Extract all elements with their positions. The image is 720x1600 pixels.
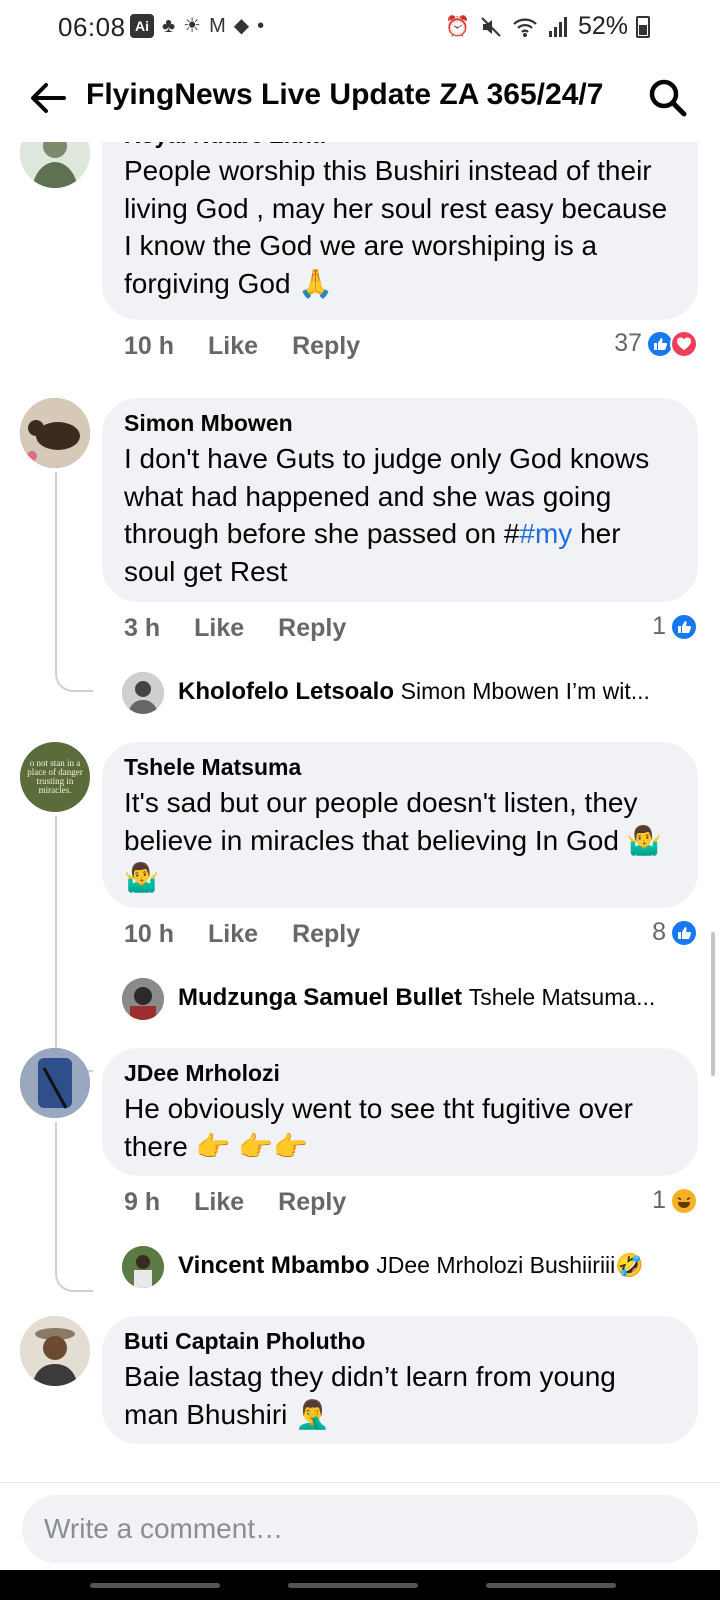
recents-nav-button[interactable] — [90, 1583, 220, 1588]
reply-preview[interactable]: Vincent Mbambo JDee Mrholozi Bushiiriii🤣 — [122, 1246, 682, 1288]
app-icon: ◆ — [233, 15, 250, 37]
comment-time[interactable]: 10 h — [124, 332, 174, 361]
comment-text: I don't have Guts to judge only God know… — [124, 443, 650, 587]
like-button[interactable]: Like — [194, 614, 244, 643]
love-reaction-icon — [670, 329, 698, 358]
reaction-summary[interactable]: 1 — [652, 1186, 698, 1215]
comment-bubble[interactable]: JDee Mrholozi He obviously went to see t… — [102, 1048, 698, 1176]
comment-bubble[interactable]: Royal Ndabe Zitha People worship this Bu… — [102, 142, 698, 320]
page-title: FlyingNews Live Update ZA 365/24/7 — [86, 78, 604, 111]
system-nav-bar — [0, 1570, 720, 1600]
battery-icon — [636, 16, 650, 38]
avatar[interactable] — [20, 1316, 90, 1386]
avatar[interactable] — [20, 398, 90, 468]
notification-icon: ♣ — [162, 15, 176, 37]
like-reaction-icon — [670, 918, 698, 947]
reply-button[interactable]: Reply — [292, 332, 360, 361]
weather-icon: ☀ — [183, 15, 202, 37]
avatar[interactable] — [122, 1246, 164, 1288]
comments-list: Royal Ndabe Zitha People worship this Bu… — [0, 142, 720, 1482]
comment-text: Baie lastag they didn’t learn from young… — [124, 1361, 616, 1430]
mute-icon — [481, 16, 501, 37]
reaction-summary[interactable]: 37 — [614, 329, 698, 358]
avatar[interactable] — [20, 142, 90, 188]
reply-snippet: Tshele Matsuma... — [468, 984, 656, 1010]
like-button[interactable]: Like — [194, 1188, 244, 1217]
reaction-count: 1 — [652, 612, 666, 640]
scrollbar[interactable] — [711, 932, 715, 1076]
comment-author[interactable]: Royal Ndabe Zitha — [124, 142, 678, 150]
back-arrow-icon — [31, 83, 66, 113]
status-time: 06:08 — [58, 12, 126, 42]
reaction-count: 1 — [652, 1186, 666, 1214]
reaction-summary[interactable]: 8 — [652, 918, 698, 947]
ai-badge-icon: Ai — [130, 14, 154, 38]
like-button[interactable]: Like — [208, 920, 258, 949]
status-system-icons: ⏰ 52% — [445, 12, 628, 41]
reaction-summary[interactable]: 1 — [652, 612, 698, 641]
reply-snippet: Simon Mbowen I’m wit... — [400, 678, 650, 704]
back-button[interactable] — [26, 76, 70, 120]
comment-author[interactable]: Tshele Matsuma — [124, 752, 678, 782]
more-notifications-icon: • — [257, 15, 265, 37]
reaction-count: 37 — [614, 329, 642, 357]
alarm-icon: ⏰ — [445, 15, 470, 38]
reply-author[interactable]: Mudzunga Samuel Bullet — [178, 984, 462, 1011]
reply-author[interactable]: Vincent Mbambo — [178, 1252, 370, 1279]
reply-button[interactable]: Reply — [292, 920, 360, 949]
comment-text: People worship this Bushiri instead of t… — [124, 155, 668, 299]
search-icon — [649, 79, 687, 117]
comment-time[interactable]: 10 h — [124, 920, 174, 949]
like-reaction-icon — [670, 612, 698, 641]
comment-author[interactable]: Buti Captain Pholutho — [124, 1326, 678, 1356]
reply-author[interactable]: Kholofelo Letsoalo — [178, 678, 394, 705]
status-notification-icons: Ai ♣ ☀ M ◆ • — [130, 14, 264, 38]
comment-actions: 9 h Like Reply — [124, 1188, 346, 1217]
battery-percent: 52% — [577, 12, 628, 40]
reply-button[interactable]: Reply — [278, 614, 346, 643]
reply-preview[interactable]: Kholofelo Letsoalo Simon Mbowen I’m wit.… — [122, 672, 682, 714]
comment-text: He obviously went to see tht fugitive ov… — [124, 1093, 633, 1162]
hashtag-link[interactable]: #my — [519, 518, 572, 549]
reaction-count: 8 — [652, 918, 666, 946]
status-bar: 06:08 Ai ♣ ☀ M ◆ • ⏰ 52% — [0, 0, 720, 56]
avatar[interactable] — [122, 978, 164, 1020]
comment-time[interactable]: 9 h — [124, 1188, 160, 1217]
avatar[interactable] — [122, 672, 164, 714]
comment-input[interactable] — [22, 1495, 698, 1563]
avatar[interactable]: o not stan in a place of danger trusting… — [20, 742, 90, 812]
app-header: FlyingNews Live Update ZA 365/24/7 — [0, 56, 720, 142]
home-nav-button[interactable] — [288, 1583, 418, 1588]
comment-bubble[interactable]: Simon Mbowen I don't have Guts to judge … — [102, 398, 698, 602]
back-nav-button[interactable] — [486, 1583, 616, 1588]
comment-bubble[interactable]: Buti Captain Pholutho Baie lastag they d… — [102, 1316, 698, 1444]
comment-actions: 3 h Like Reply — [124, 614, 346, 643]
wifi-icon — [513, 18, 537, 37]
avatar-quote: o not stan in a place of danger trusting… — [27, 758, 83, 795]
comment-actions: 10 h Like Reply — [124, 920, 360, 949]
reply-snippet: JDee Mrholozi Bushiiriii🤣 — [376, 1252, 644, 1278]
gmail-icon: M — [209, 15, 226, 37]
comment-actions: 10 h Like Reply — [124, 332, 360, 361]
comment-bubble[interactable]: Tshele Matsuma It's sad but our people d… — [102, 742, 698, 908]
comment-text: It's sad but our people doesn't listen, … — [124, 787, 662, 893]
avatar[interactable] — [20, 1048, 90, 1118]
search-button[interactable] — [646, 76, 690, 120]
comment-time[interactable]: 3 h — [124, 614, 160, 643]
signal-icon — [548, 16, 567, 37]
comment-author[interactable]: Simon Mbowen — [124, 408, 678, 438]
comment-author[interactable]: JDee Mrholozi — [124, 1058, 678, 1088]
like-button[interactable]: Like — [208, 332, 258, 361]
haha-reaction-icon — [670, 1186, 698, 1215]
reply-preview[interactable]: Mudzunga Samuel Bullet Tshele Matsuma... — [122, 978, 682, 1020]
reply-button[interactable]: Reply — [278, 1188, 346, 1217]
